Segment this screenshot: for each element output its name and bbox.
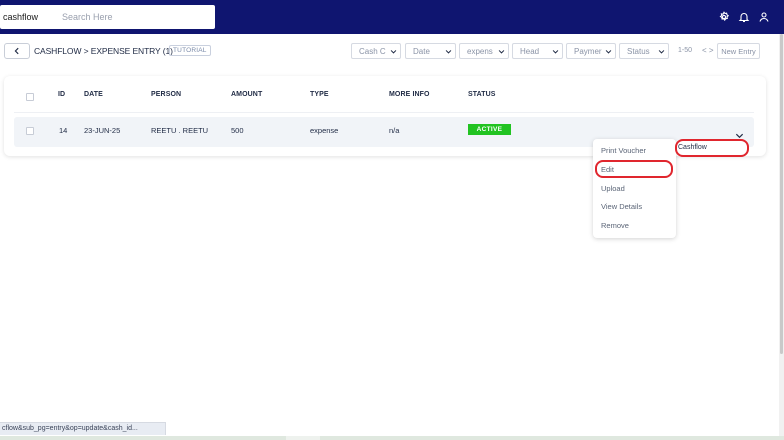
head-filter[interactable]: Head (512, 43, 563, 59)
chevron-down-icon (390, 50, 397, 54)
type-filter[interactable]: expens (459, 43, 509, 59)
page-range: 1-50 (678, 47, 693, 54)
status-badge: ACTIVE (468, 124, 511, 135)
menu-item-remove[interactable]: Remove (601, 221, 629, 230)
chevron-down-icon (552, 50, 559, 54)
search-input[interactable]: Search Here (62, 12, 113, 22)
user-icon[interactable] (758, 11, 770, 23)
tutorial-link[interactable]: TUTORIAL (169, 45, 211, 56)
taskbar-segment (286, 436, 320, 440)
menu-item-print-voucher[interactable]: Print Voucher (601, 146, 646, 155)
filter-value: Paymer (574, 46, 602, 56)
column-header-status[interactable]: STATUS (468, 91, 496, 98)
filter-value: expens (467, 46, 493, 56)
column-header-type[interactable]: TYPE (310, 91, 329, 98)
pager-arrows[interactable]: < > (702, 46, 714, 55)
date-filter[interactable]: Date (405, 43, 456, 59)
back-button[interactable] (4, 43, 30, 59)
row-checkbox[interactable] (26, 127, 34, 135)
taskbar-strip (0, 436, 784, 440)
cashflow-tooltip: Cashflow (678, 144, 707, 151)
new-entry-button[interactable]: New Entry (717, 43, 760, 59)
cell-more-info: n/a (389, 126, 400, 135)
cash-category-filter[interactable]: Cash C (351, 43, 401, 59)
cell-person: REETU . REETU (151, 126, 209, 135)
brand-name[interactable]: cashflow (3, 12, 38, 22)
cell-id: 14 (59, 126, 68, 135)
status-filter[interactable]: Status (619, 43, 669, 59)
settings-icon[interactable] (718, 11, 730, 23)
column-header-id[interactable]: ID (58, 91, 65, 98)
column-header-amount[interactable]: AMOUNT (231, 91, 262, 98)
chevron-down-icon (498, 50, 505, 54)
cell-amount: 500 (231, 126, 244, 135)
chevron-left-icon (14, 47, 19, 55)
top-navbar: cashflow Search Here (0, 0, 784, 34)
column-header-more-info[interactable]: MORE INFO (389, 91, 430, 98)
breadcrumb: CASHFLOW > EXPENSE ENTRY (1) (34, 46, 173, 56)
bell-icon[interactable] (738, 11, 750, 23)
brand-search-box[interactable]: cashflow Search Here (0, 5, 215, 29)
filter-value: Date (413, 46, 430, 56)
edit-highlight-annotation (595, 160, 673, 178)
menu-item-upload[interactable]: Upload (601, 184, 625, 193)
filter-value: Status (627, 46, 650, 56)
payment-filter[interactable]: Paymer (566, 43, 616, 59)
header-divider (14, 112, 754, 113)
chevron-down-icon (445, 50, 452, 54)
cell-type: expense (310, 126, 339, 135)
cell-date: 23-JUN-25 (84, 126, 121, 135)
select-all-checkbox[interactable] (26, 93, 34, 101)
column-header-date[interactable]: DATE (84, 91, 103, 98)
column-header-person[interactable]: PERSON (151, 91, 181, 98)
chevron-down-icon (605, 50, 612, 54)
top-icon-group (718, 10, 770, 24)
browser-status-url: cflow&sub_pg=entry&op=update&cash_id... (0, 422, 166, 435)
scrollbar-thumb[interactable] (780, 34, 783, 354)
menu-item-view-details[interactable]: View Details (601, 202, 642, 211)
filter-value: Cash C (359, 46, 386, 56)
chevron-down-icon (658, 50, 665, 54)
row-action-menu: Print Voucher Edit Upload View Details R… (593, 139, 676, 238)
filter-value: Head (520, 46, 540, 56)
